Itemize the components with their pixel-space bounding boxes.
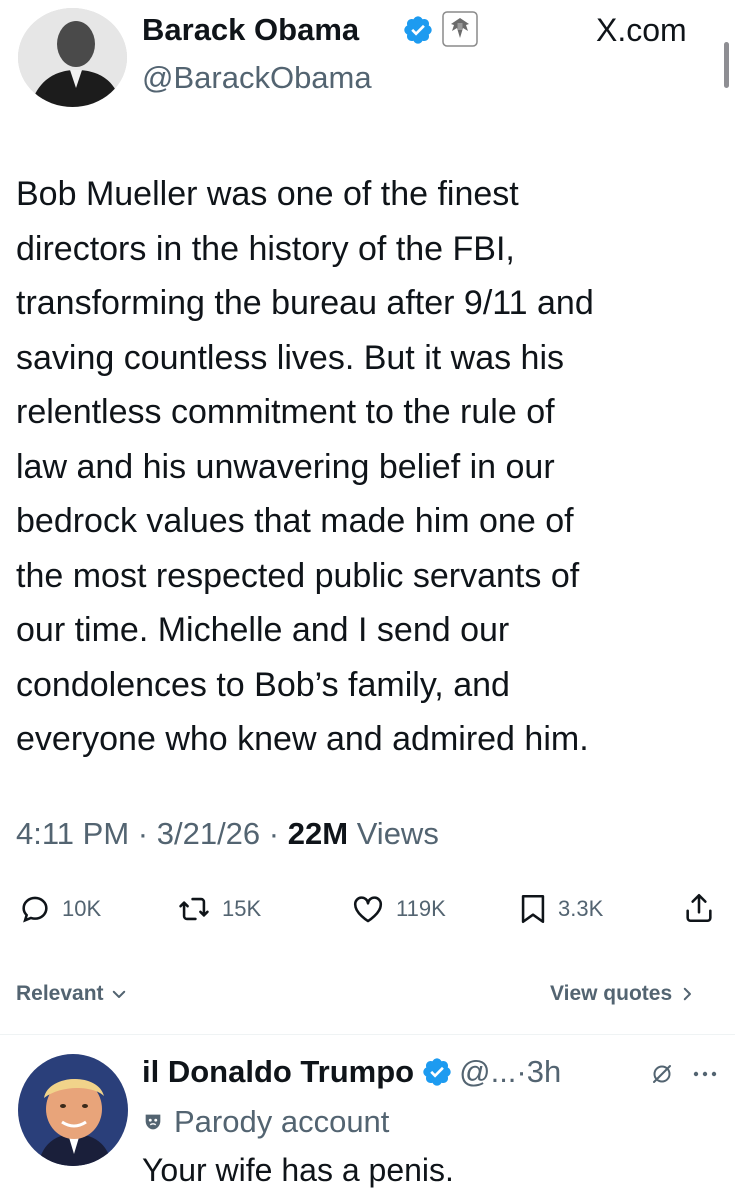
more-icon[interactable] (692, 1064, 718, 1089)
tweet-line: transforming the bureau after 9/11 and (16, 284, 594, 322)
reply-header: il Donaldo Trumpo @... · 3h (142, 1054, 561, 1090)
repost-count: 15K (222, 896, 262, 921)
divider (0, 1034, 735, 1035)
reply-icon (22, 896, 48, 923)
reply-text: Your wife has a penis. (142, 1152, 454, 1188)
like-icon (353, 896, 383, 923)
tweet-line: Bob Mueller was one of the finest (16, 175, 519, 213)
reply-avatar-image (18, 1054, 128, 1166)
reply-time[interactable]: 3h (527, 1054, 561, 1090)
bookmark-icon (521, 894, 545, 924)
like-count: 119K (396, 896, 446, 921)
views-label: Views (356, 816, 439, 851)
tweet-line: bedrock values that made him one of (16, 502, 574, 540)
reply-count: 10K (62, 896, 102, 921)
government-seal-icon (442, 11, 478, 47)
verified-badge-icon (421, 1056, 453, 1088)
parody-label: Parody account (174, 1104, 390, 1139)
bookmark-count: 3.3K (558, 896, 604, 921)
tweet-line: law and his unwavering belief in our (16, 447, 555, 486)
repost-button[interactable]: 15K (176, 892, 261, 926)
tweet-line: the most respected public servants of (16, 556, 580, 595)
sort-label: Relevant (16, 982, 104, 1005)
sort-relevant-dropdown[interactable]: Relevant (16, 982, 128, 1006)
chevron-down-icon (112, 990, 125, 998)
author-handle[interactable]: @BarackObama (142, 60, 372, 96)
bookmark-button[interactable]: 3.3K (518, 892, 603, 926)
site-label: X.com (596, 12, 687, 48)
tweet-line: condolences to Bob’s family, and (16, 665, 510, 704)
repost-icon (179, 897, 209, 921)
tweet-body: Bob Mueller was one of the finest direct… (16, 167, 728, 767)
meta-separator: · (516, 1054, 527, 1089)
tweet-line: relentless commitment to the rule of (16, 393, 555, 431)
tweet-line: directors in the history of the FBI, (16, 229, 515, 268)
parody-label-row: Parody account (142, 1104, 389, 1140)
share-icon (686, 893, 712, 923)
view-quotes-link[interactable]: View quotes (550, 982, 696, 1006)
tweet-date[interactable]: 3/21/26 (157, 816, 260, 851)
tweet-time[interactable]: 4:11 PM (16, 816, 129, 851)
reply-author-name[interactable]: il Donaldo Trumpo (142, 1054, 414, 1090)
tweet-meta: 4:11 PM · 3/21/26 · 22M Views (16, 816, 439, 852)
parody-mask-icon (145, 1114, 161, 1130)
author-avatar-image (18, 8, 127, 107)
tweet-line: saving countless lives. But it was his (16, 338, 565, 377)
like-button[interactable]: 119K (350, 892, 446, 926)
view-quotes-label: View quotes (550, 982, 673, 1005)
tweet-line: our time. Michelle and I send our (16, 611, 510, 649)
meta-separator: · (137, 816, 149, 851)
reply-avatar[interactable] (18, 1054, 128, 1166)
views-count: 22M (287, 816, 349, 851)
tweet-line: everyone who knew and admired him. (16, 720, 589, 758)
verified-badge-icon (402, 14, 434, 46)
scrollbar[interactable] (724, 42, 729, 88)
grok-icon[interactable] (650, 1062, 674, 1091)
reply-author-handle[interactable]: @... (459, 1054, 516, 1090)
share-button[interactable] (682, 890, 716, 931)
meta-separator: · (268, 816, 280, 851)
reply-button[interactable]: 10K (18, 892, 101, 926)
chevron-right-icon (683, 987, 692, 1001)
author-name[interactable]: Barack Obama (142, 12, 359, 48)
author-avatar[interactable] (18, 8, 127, 107)
